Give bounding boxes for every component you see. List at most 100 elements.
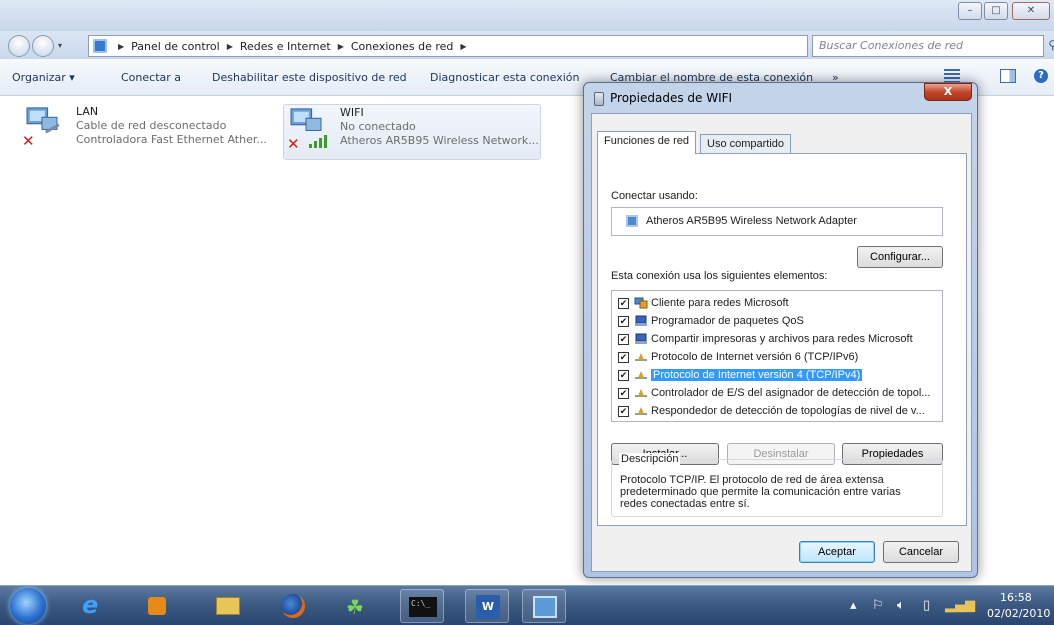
adapter-icon [626,215,638,227]
taskbar: e ☘ C:\_ W [0,585,1054,625]
recent-pages-dropdown[interactable]: ▾ [58,41,62,50]
dialog-body: Funciones de red Uso compartido Conectar… [591,113,972,572]
items-label: Esta conexión usa los siguientes element… [611,270,828,282]
connection-name: WIFI [340,106,364,119]
wifi-properties-dialog: Propiedades de WIFI X Funciones de red U… [583,82,978,578]
service-icon [634,315,648,327]
item-label: Protocolo de Internet versión 6 (TCP/IPv… [651,351,859,363]
action-center-flag-icon[interactable]: ⚐ [872,598,884,613]
cancel-button[interactable]: Cancelar [883,541,959,563]
item-label: Compartir impresoras y archivos para red… [651,333,913,345]
breadcrumb-separator[interactable]: ▶ [460,42,466,51]
network-connections-app-icon[interactable] [522,589,566,623]
list-item[interactable]: ✔ Controlador de E/S del asignador de det… [612,384,942,402]
item-checkbox[interactable]: ✔ [618,315,629,327]
list-item[interactable]: ✔ Respondedor de detección de topologías … [612,402,942,420]
breadcrumb-network-connections[interactable]: Conexiones de red [351,40,454,53]
connection-device: Atheros AR5B95 Wireless Network... [340,134,539,147]
clock-date[interactable]: 02/02/2010 [987,607,1050,620]
tab-networking[interactable]: Funciones de red [597,131,696,154]
network-properties-icon [594,92,604,106]
item-checkbox[interactable]: ✔ [618,369,629,381]
item-checkbox[interactable]: ✔ [618,297,629,309]
description-text: Protocolo TCP/IP. El protocolo de red de… [620,474,901,510]
connection-status: Cable de red desconectado [76,119,227,132]
search-placeholder: Buscar Conexiones de red [819,39,963,52]
volume-icon[interactable]: 🔈︎ [897,598,905,613]
signal-bars-icon [309,135,327,148]
ok-button[interactable]: Aceptar [799,541,875,563]
dialog-title: Propiedades de WIFI [610,91,733,105]
word-icon[interactable]: W [465,589,509,623]
diagnose-button[interactable]: Diagnosticar esta conexión [430,71,580,84]
media-player-icon[interactable] [136,589,180,623]
users-icon[interactable]: ☘ [336,589,380,623]
protocol-icon [634,387,648,399]
item-label: Cliente para redes Microsoft [651,297,789,309]
breadcrumb-separator[interactable]: ▶ [118,42,124,51]
connection-status: No conectado [340,120,416,133]
change-view-icon[interactable] [944,69,960,83]
adapter-name: Atheros AR5B95 Wireless Network Adapter [646,215,857,227]
list-item[interactable]: ✔ Protocolo de Internet versión 4 (TCP/IP… [612,366,942,384]
control-panel-icon [93,39,107,53]
item-label: Respondedor de detección de topologías d… [651,405,925,417]
breadcrumb-control-panel[interactable]: Panel de control [131,40,220,53]
description-group: Descripción Protocolo TCP/IP. El protoco… [611,453,943,517]
list-item[interactable]: ✔ Cliente para redes Microsoft [612,294,942,312]
wireless-tray-icon[interactable]: ▂▄▆ [945,598,975,613]
item-checkbox[interactable]: ✔ [618,387,629,399]
forward-button[interactable] [32,35,54,57]
maximize-button[interactable]: □ [984,2,1008,20]
list-item[interactable]: ✔ Programador de paquetes QoS [612,312,942,330]
item-label: Controlador de E/S del asignador de dete… [651,387,931,399]
show-hidden-icons[interactable]: ▴ [850,598,857,613]
tab-sharing[interactable]: Uso compartido [700,134,792,154]
adapter-box: Atheros AR5B95 Wireless Network Adapter [611,207,943,236]
breadcrumb-separator[interactable]: ▶ [338,42,344,51]
connect-using-label: Conectar usando: [611,190,698,202]
organize-menu[interactable]: Organizar ▾ [12,71,75,84]
connection-name: LAN [76,105,99,118]
help-icon[interactable]: ? [1034,69,1048,83]
preview-pane-icon[interactable] [1000,69,1016,83]
firefox-icon[interactable] [270,589,314,623]
back-button[interactable] [8,35,30,57]
description-title: Descripción [619,453,681,465]
configure-button[interactable]: Configurar... [857,246,943,268]
breadcrumb-network-internet[interactable]: Redes e Internet [240,40,331,53]
battery-icon[interactable]: ▯ [923,598,930,613]
item-checkbox[interactable]: ✔ [618,333,629,345]
connection-item-wifi[interactable]: ✕ WIFI No conectado Atheros AR5B95 Wirel… [283,104,541,160]
start-button[interactable] [10,588,46,624]
address-bar[interactable]: ▶ Panel de control ▶ Redes e Internet ▶ … [88,35,890,57]
search-input[interactable]: Buscar Conexiones de red ⚲ [812,35,1054,57]
internet-explorer-icon[interactable]: e [70,589,114,623]
clock-time[interactable]: 16:58 [1000,591,1032,604]
connection-device: Controladora Fast Ethernet Ather... [76,133,267,146]
search-icon[interactable]: ⚲ [1048,38,1054,52]
breadcrumb-separator[interactable]: ▶ [227,42,233,51]
item-checkbox[interactable]: ✔ [618,405,629,417]
network-client-icon [634,297,648,309]
connection-item-lan[interactable]: ✕ LAN Cable de red desconectado Controla… [20,104,275,160]
list-item[interactable]: ✔ Protocolo de Internet versión 6 (TCP/IP… [612,348,942,366]
close-window-button[interactable]: ✕ [1012,2,1050,20]
items-list[interactable]: ✔ Cliente para redes Microsoft ✔ Programado… [611,290,943,422]
address-row: ▾ ▶ Panel de control ▶ Redes e Internet … [0,31,1054,59]
minimize-button[interactable]: – [958,2,982,20]
window-titlebar: – □ ✕ [0,0,1054,31]
item-label: Programador de paquetes QoS [651,315,804,327]
disable-device-button[interactable]: Deshabilitar este dispositivo de red [212,71,407,84]
disconnected-x-icon: ✕ [22,132,35,150]
command-prompt-icon[interactable]: C:\_ [400,589,444,623]
protocol-icon [634,405,648,417]
protocol-icon [634,369,648,381]
connect-to-button[interactable]: Conectar a [121,71,181,84]
windows-explorer-icon[interactable] [206,589,250,623]
item-checkbox[interactable]: ✔ [618,351,629,363]
service-icon [634,333,648,345]
list-item[interactable]: ✔ Compartir impresoras y archivos para re… [612,330,942,348]
protocol-icon [634,351,648,363]
dialog-close-button[interactable]: X [924,83,972,101]
